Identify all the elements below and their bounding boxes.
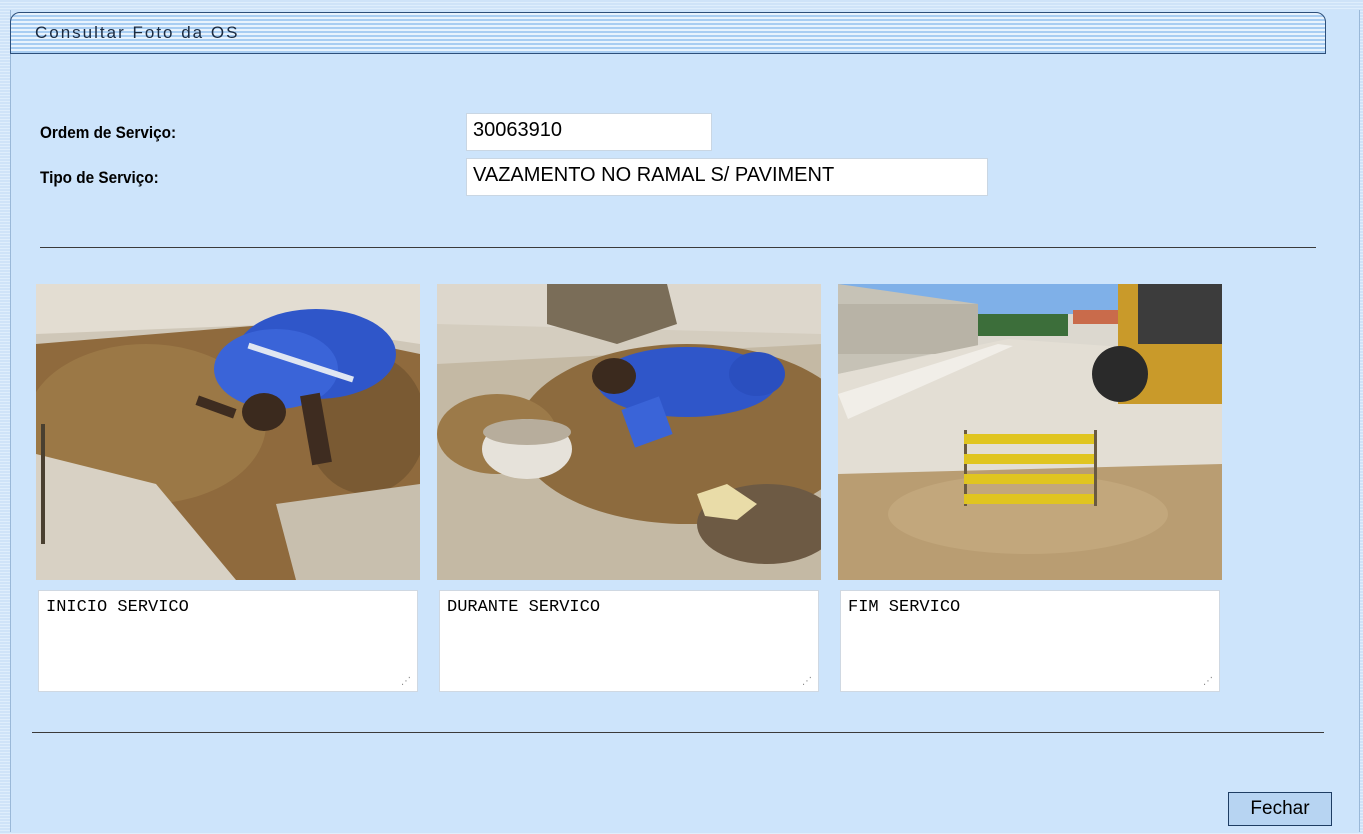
resize-grip-icon[interactable]: ⋰ [401,677,411,687]
caption-text: INICIO SERVICO [46,598,189,617]
photo-inicio-servico[interactable] [36,284,420,580]
caption-inicio-servico[interactable]: INICIO SERVICO ⋰ [38,590,418,692]
tipo-servico-label: Tipo de Serviço: [40,168,159,187]
photo-durante-servico[interactable] [437,284,821,580]
ordem-servico-label: Ordem de Serviço: [40,123,177,142]
resize-grip-icon[interactable]: ⋰ [1203,677,1213,687]
tipo-servico-field[interactable]: VAZAMENTO NO RAMAL S/ PAVIMENT [466,158,988,196]
ordem-servico-field[interactable]: 30063910 [466,113,712,151]
photo-fim-servico[interactable] [838,284,1222,580]
caption-text: DURANTE SERVICO [447,598,601,617]
caption-fim-servico[interactable]: FIM SERVICO ⋰ [840,590,1220,692]
title-bar: Consultar Foto da OS [10,12,1326,54]
resize-grip-icon[interactable]: ⋰ [802,677,812,687]
caption-durante-servico[interactable]: DURANTE SERVICO ⋰ [439,590,819,692]
divider-bottom [32,732,1324,733]
window-title: Consultar Foto da OS [35,23,240,42]
close-button[interactable]: Fechar [1228,792,1332,826]
caption-text: FIM SERVICO [848,598,961,617]
divider-top [40,247,1316,248]
